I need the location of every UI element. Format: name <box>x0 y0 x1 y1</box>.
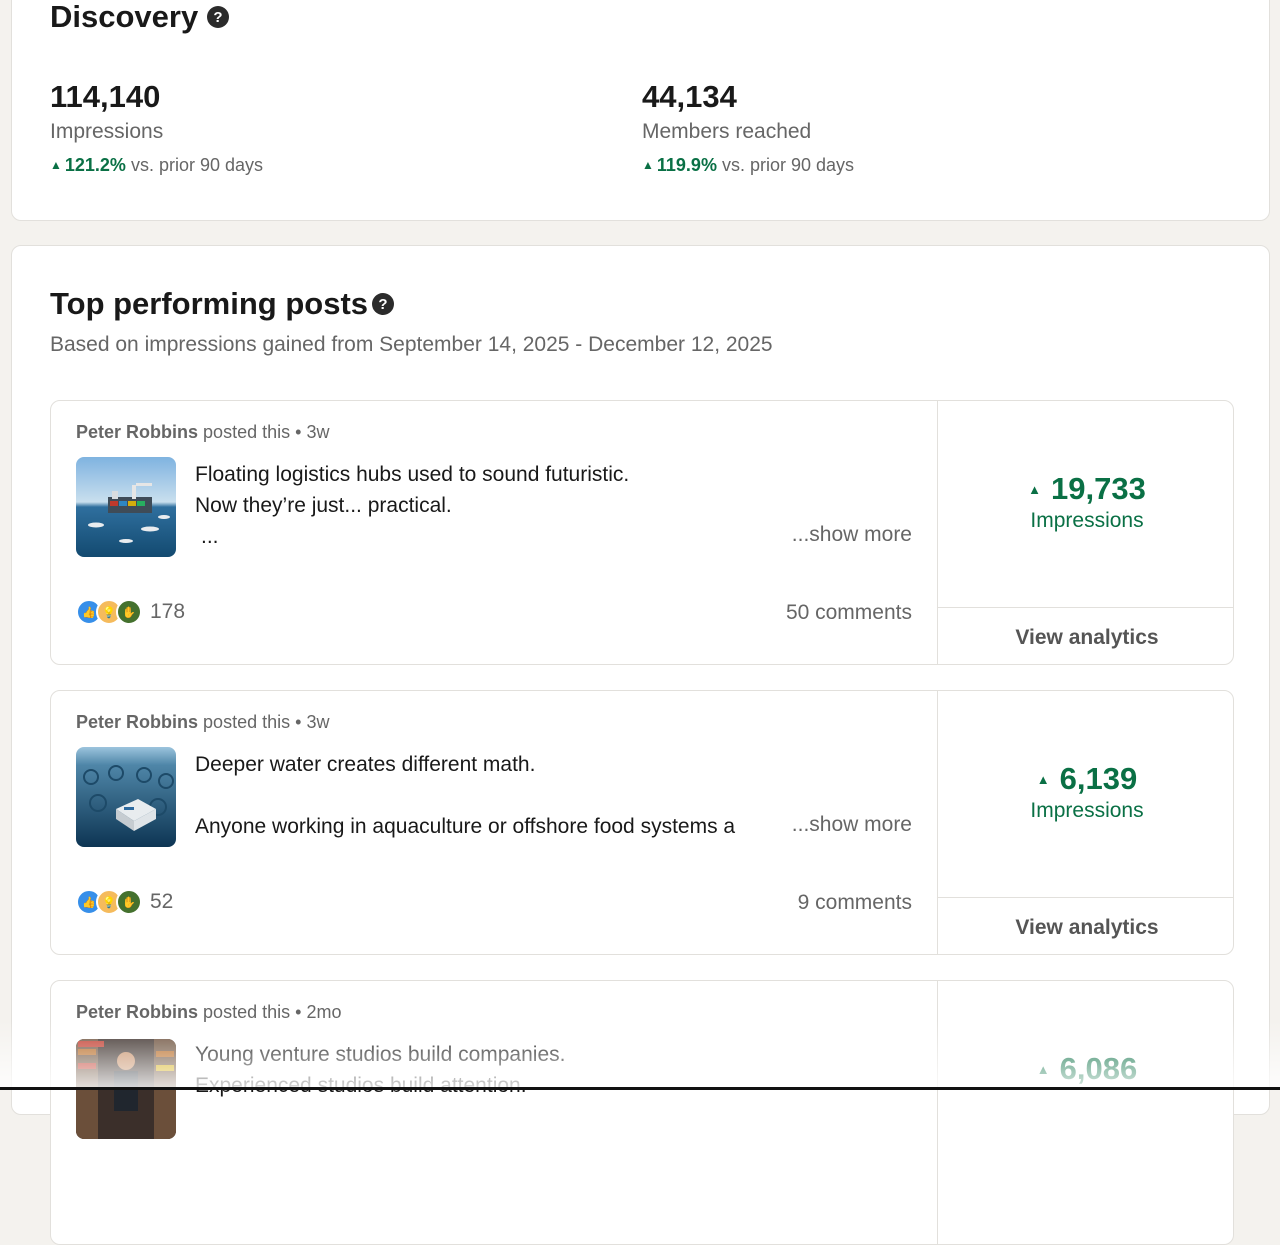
post-author[interactable]: Peter Robbins <box>76 1002 198 1022</box>
change-percent: 119.9% <box>656 155 717 175</box>
reaction-count: 178 <box>150 600 186 623</box>
discovery-card: Discovery ? 114,140 Impressions ▲ 121.2% … <box>11 0 1270 221</box>
post-stats: ▲ 6,086 <box>937 981 1233 1244</box>
trend-up-icon: ▲ <box>50 158 62 172</box>
post-text-line: Now they’re just... practical. <box>195 494 452 517</box>
metric-value: 44,134 <box>642 79 737 114</box>
post-meta: Peter Robbins posted this • 3w <box>76 712 329 733</box>
post-text-line: Experienced studios build attention. <box>195 1074 527 1097</box>
post-stats: ▲ 6,139 Impressions View analytics <box>937 691 1233 954</box>
post-thumbnail[interactable] <box>76 747 176 847</box>
post-text: Deeper water creates different math. Any… <box>195 749 775 842</box>
trend-up-icon: ▲ <box>1036 772 1050 787</box>
impressions-block: ▲ 19,733 Impressions <box>938 471 1233 533</box>
post-author[interactable]: Peter Robbins <box>76 422 198 442</box>
posted-label: posted this <box>203 712 291 732</box>
change-suffix: vs. prior 90 days <box>130 155 264 175</box>
impressions-metric: 114,140 Impressions ▲ 121.2% vs. prior 90… <box>50 79 263 176</box>
comments-link[interactable]: 9 comments <box>798 891 912 915</box>
post-text-line: Floating logistics hubs used to sound fu… <box>195 463 630 486</box>
post-thumbnail[interactable] <box>76 457 176 557</box>
help-icon[interactable]: ? <box>372 293 394 315</box>
impressions-label: Impressions <box>1030 509 1144 532</box>
post-text-line: Young venture studios build companies. <box>195 1043 566 1066</box>
view-analytics-button[interactable]: View analytics <box>938 897 1233 954</box>
impressions-value: ▲ 6,139 <box>1036 761 1138 796</box>
post-age: 3w <box>306 712 330 732</box>
post-card[interactable]: Peter Robbins posted this • 2mo Young ve… <box>50 980 1234 1245</box>
trend-up-icon: ▲ <box>1028 482 1042 497</box>
post-text: Young venture studios build companies. E… <box>195 1039 775 1101</box>
post-age: 2mo <box>306 1002 342 1022</box>
post-author[interactable]: Peter Robbins <box>76 712 198 732</box>
trend-up-icon: ▲ <box>642 158 654 172</box>
impressions-block: ▲ 6,139 Impressions <box>938 761 1233 823</box>
post-stats: ▲ 19,733 Impressions View analytics <box>937 401 1233 664</box>
post-card[interactable]: Peter Robbins posted this • 3w <box>50 400 1234 665</box>
show-more-link[interactable]: ...show more <box>792 523 912 547</box>
change-suffix: vs. prior 90 days <box>721 155 855 175</box>
separator-dot: • <box>295 1002 302 1022</box>
show-more-link[interactable]: ...show more <box>792 813 912 837</box>
change-percent: 121.2% <box>64 155 126 175</box>
reactions[interactable]: 👍 💡 ✋ 178 <box>76 599 185 625</box>
metric-value: 114,140 <box>50 79 161 114</box>
help-icon[interactable]: ? <box>207 6 229 28</box>
posted-label: posted this <box>203 422 291 442</box>
support-icon: ✋ <box>116 599 142 625</box>
separator-dot: • <box>295 712 302 732</box>
metric-change: ▲ 121.2% vs. prior 90 days <box>50 155 263 176</box>
reactions[interactable]: 👍 💡 ✋ 52 <box>76 889 173 915</box>
comments-link[interactable]: 50 comments <box>786 601 912 625</box>
post-text: Floating logistics hubs used to sound fu… <box>195 459 775 552</box>
post-meta: Peter Robbins posted this • 3w <box>76 422 329 443</box>
post-meta: Peter Robbins posted this • 2mo <box>76 1002 341 1023</box>
post-card[interactable]: Peter Robbins posted this • 3w <box>50 690 1234 955</box>
support-icon: ✋ <box>116 889 142 915</box>
trend-up-icon: ▲ <box>1036 1062 1050 1077</box>
top-posts-card: Top performing posts ? Based on impressi… <box>11 245 1270 1245</box>
impressions-block: ▲ 6,086 <box>938 1051 1233 1087</box>
post-text-line: ... <box>201 525 219 548</box>
discovery-title: Discovery <box>50 0 199 34</box>
reaction-count: 52 <box>150 890 174 913</box>
post-age: 3w <box>306 422 330 442</box>
impressions-value: ▲ 6,086 <box>1036 1051 1138 1086</box>
impressions-value: ▲ 19,733 <box>1028 471 1146 506</box>
posted-label: posted this <box>203 1002 291 1022</box>
post-text-line: Anyone working in aquaculture or offshor… <box>195 815 736 838</box>
metric-label: Members reached <box>642 120 812 143</box>
impressions-label: Impressions <box>1030 799 1144 822</box>
separator-dot: • <box>295 422 302 442</box>
top-posts-subtitle: Based on impressions gained from Septemb… <box>50 333 773 356</box>
post-text-line: Deeper water creates different math. <box>195 753 536 776</box>
metric-label: Impressions <box>50 120 164 143</box>
post-text-line <box>195 780 775 811</box>
top-posts-title: Top performing posts <box>50 286 369 321</box>
members-reached-metric: 44,134 Members reached ▲ 119.9% vs. prior… <box>642 79 854 176</box>
view-analytics-button[interactable]: View analytics <box>938 607 1233 664</box>
metric-change: ▲ 119.9% vs. prior 90 days <box>642 155 854 176</box>
